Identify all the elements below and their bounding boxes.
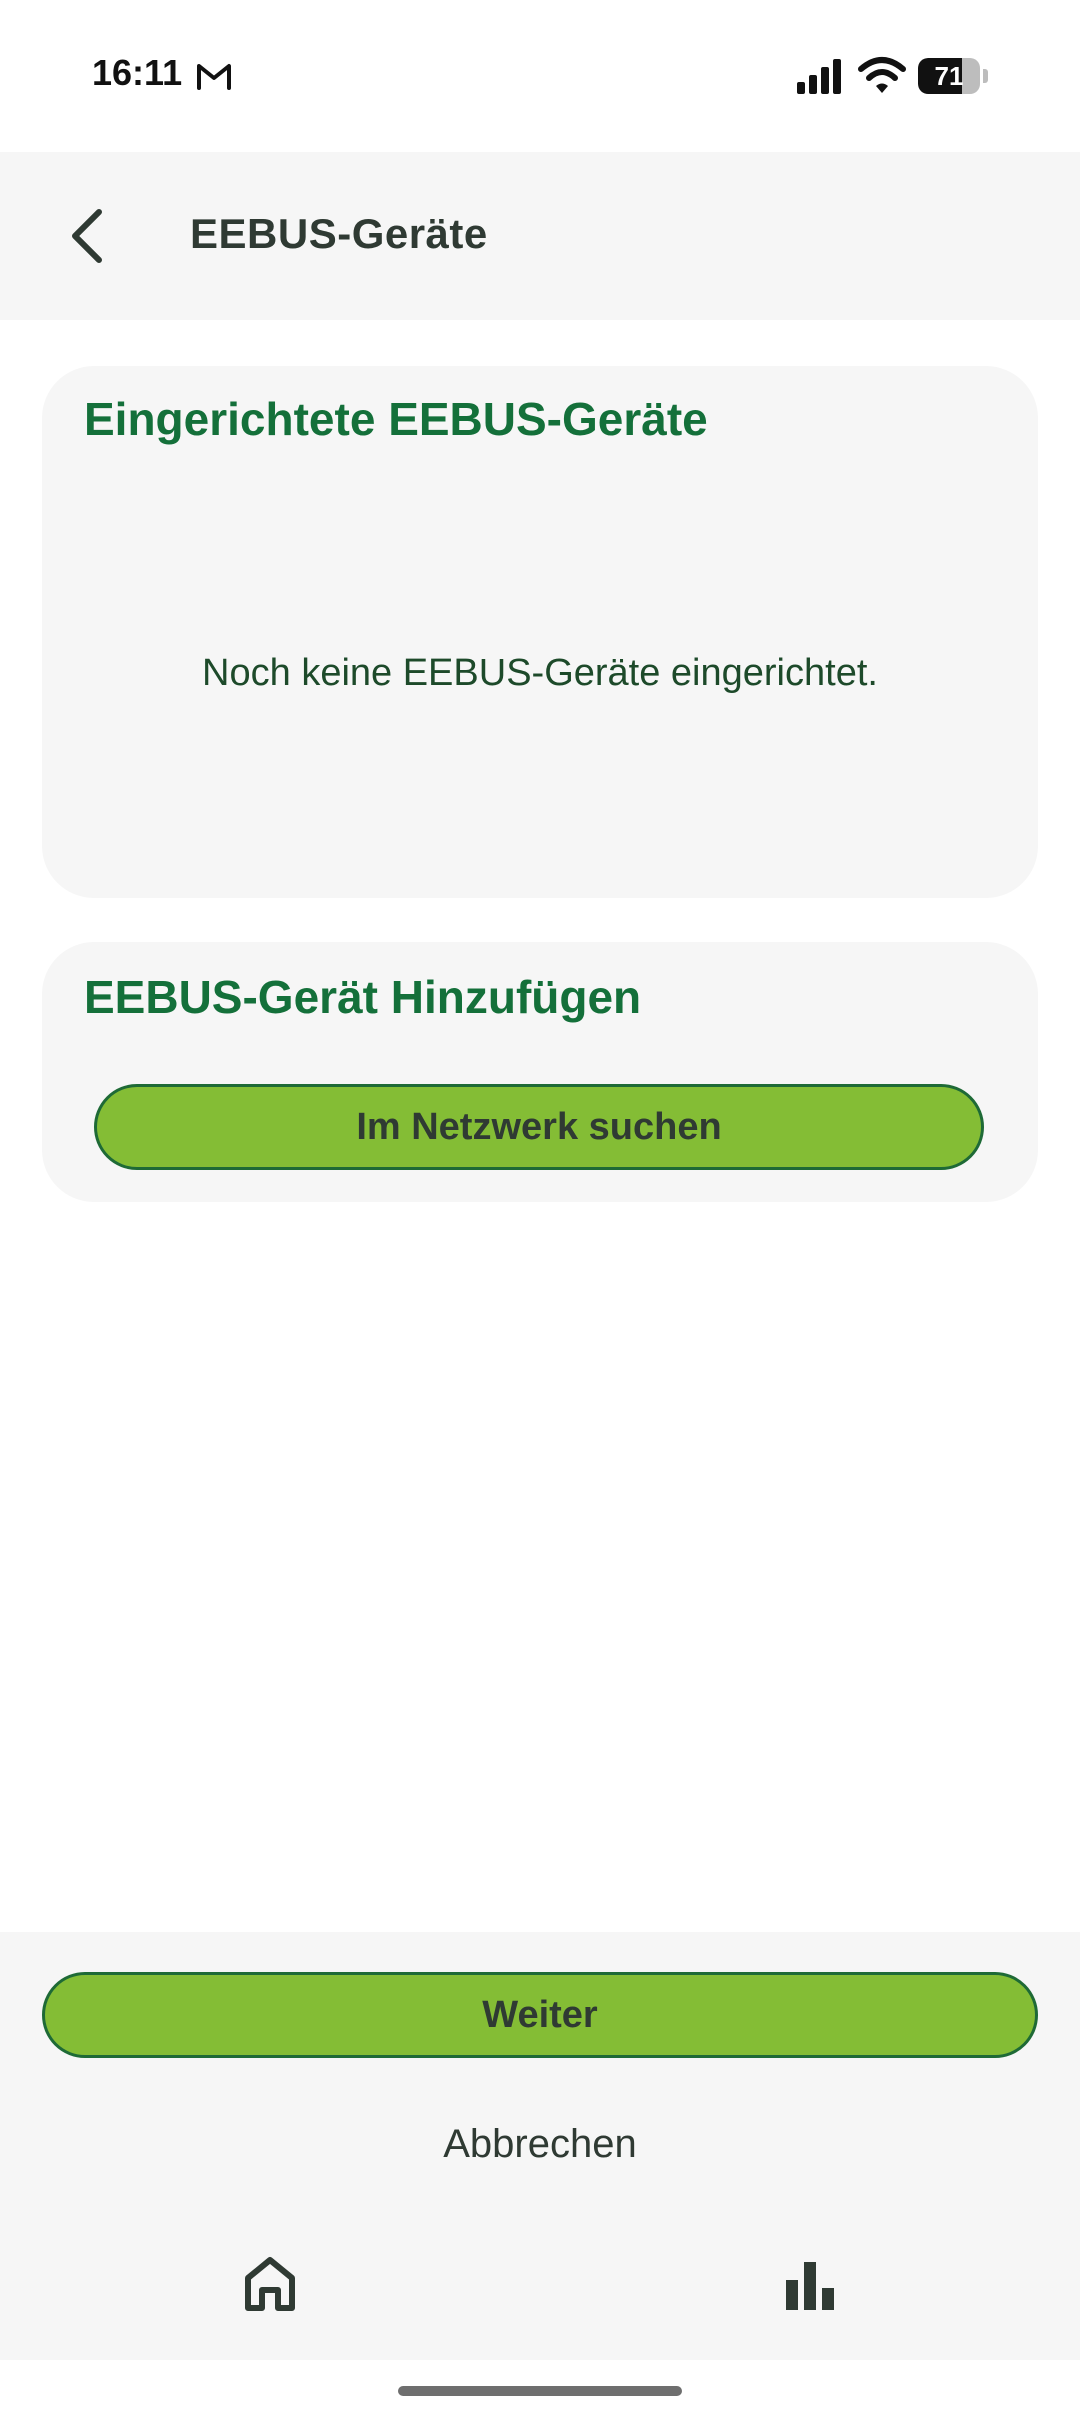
bar-chart-icon[interactable] bbox=[782, 2256, 838, 2312]
search-network-button[interactable]: Im Netzwerk suchen bbox=[94, 1084, 984, 1170]
home-indicator[interactable] bbox=[398, 2386, 682, 2396]
app-bar bbox=[0, 152, 1080, 320]
chevron-left-icon bbox=[72, 209, 102, 263]
battery-level: 71 bbox=[934, 60, 964, 91]
status-time: 16:11 bbox=[92, 52, 183, 93]
status-bar: 16:11 71 bbox=[0, 0, 1080, 152]
configured-devices-card: Eingerichtete EEBUS-Geräte Noch keine EE… bbox=[42, 366, 1038, 898]
wifi-icon bbox=[858, 57, 906, 93]
home-icon[interactable] bbox=[240, 2254, 300, 2314]
battery-cap bbox=[983, 69, 988, 83]
add-device-title: EEBUS-Gerät Hinzufügen bbox=[84, 971, 642, 1023]
add-device-card: EEBUS-Gerät Hinzufügen Im Netzwerk suche… bbox=[42, 942, 1038, 1202]
cancel-button[interactable]: Abbrechen bbox=[340, 2106, 740, 2182]
page-title: EEBUS-Geräte bbox=[190, 210, 488, 257]
empty-state-message: Noch keine EEBUS-Geräte eingerichtet. bbox=[202, 652, 878, 694]
battery-icon: 71 bbox=[918, 58, 980, 94]
gmail-icon bbox=[197, 64, 231, 90]
configured-devices-title: Eingerichtete EEBUS-Geräte bbox=[84, 393, 708, 445]
cellular-signal-icon bbox=[797, 59, 841, 94]
next-button[interactable]: Weiter bbox=[42, 1972, 1038, 2058]
back-button[interactable] bbox=[52, 198, 122, 274]
